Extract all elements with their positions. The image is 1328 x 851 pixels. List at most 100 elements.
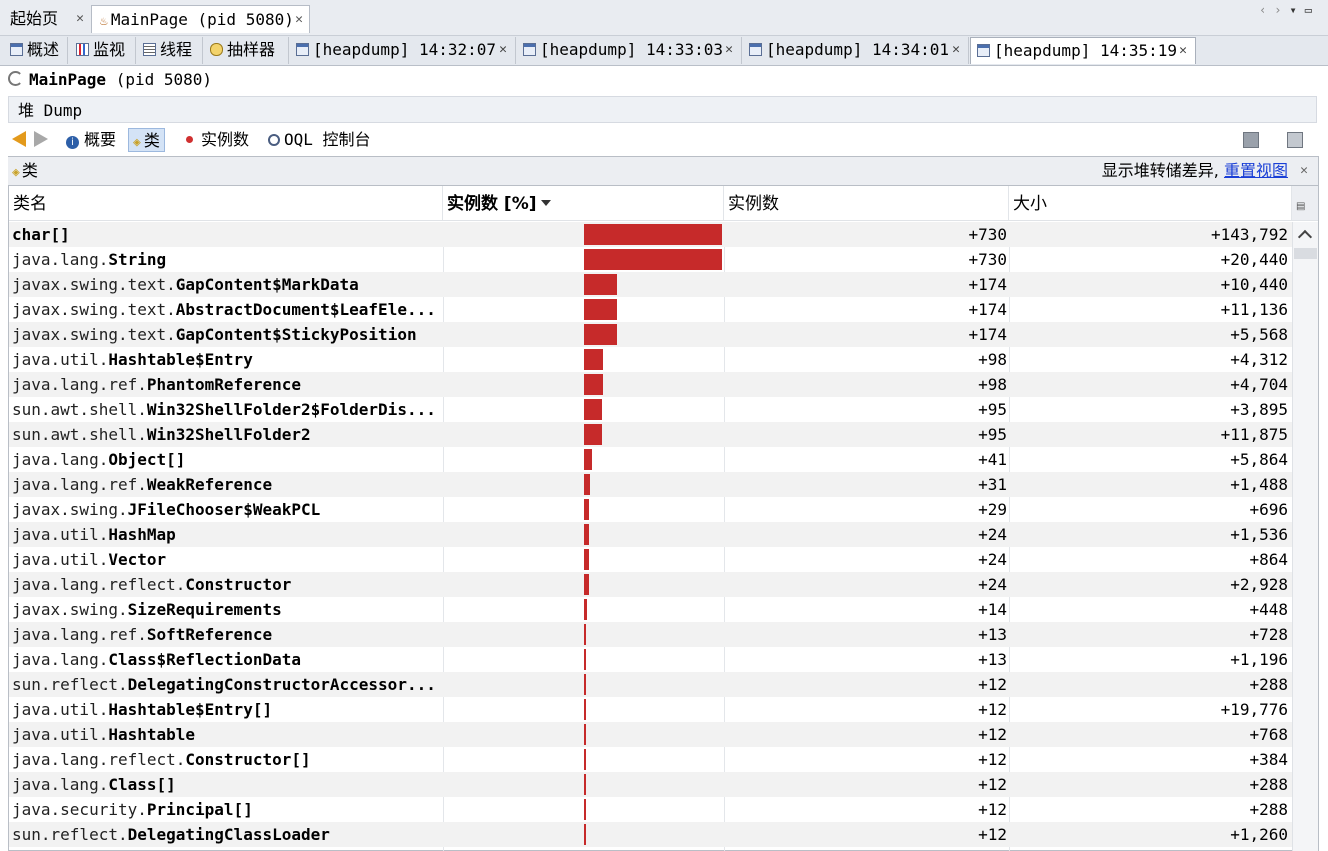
restore-icon[interactable]: ▭ xyxy=(1305,3,1320,17)
tab-overview[interactable]: 概述 xyxy=(4,37,68,64)
instance-count-cell: +13 xyxy=(978,625,1007,644)
instances-button[interactable]: 实例数 xyxy=(186,128,249,152)
table-row[interactable]: java.util.HashMap +24 +1,536 xyxy=(9,522,1292,547)
table-row[interactable]: javax.swing.SizeRequirements +14 +448 xyxy=(9,597,1292,622)
class-simple-name: GapContent$MarkData xyxy=(175,275,359,294)
instance-percent-bar xyxy=(584,474,590,495)
tab-mainpage[interactable]: ♨ MainPage (pid 5080) ✕ xyxy=(91,5,310,33)
table-row[interactable]: sun.reflect.DelegatingConstructorAccesso… xyxy=(9,672,1292,697)
table-row[interactable]: java.security.Principal[] +12 +288 xyxy=(9,797,1292,822)
table-row[interactable]: sun.awt.shell.Win32ShellFolder2 +95 +11,87… xyxy=(9,422,1292,447)
close-icon[interactable]: ✕ xyxy=(952,37,960,63)
class-name-cell: java.util.Hashtable$Entry xyxy=(12,347,440,372)
chevron-left-icon[interactable]: ‹ xyxy=(1259,3,1274,17)
column-instances[interactable]: 实例数 xyxy=(724,186,1009,220)
tab-heapdump-2[interactable]: [heapdump] 14:33:03 ✕ xyxy=(517,37,742,64)
column-class-name[interactable]: 类名 xyxy=(9,186,443,220)
tab-heapdump-3[interactable]: [heapdump] 14:34:01 ✕ xyxy=(743,37,969,64)
tab-label: 抽样器 xyxy=(227,40,276,59)
column-label: 实例数 [%] xyxy=(447,194,537,214)
size-cell: +3,895 xyxy=(1230,400,1288,419)
size-cell: +20,440 xyxy=(1220,250,1288,269)
instance-percent-bar xyxy=(584,649,586,670)
heapdump-icon xyxy=(523,43,536,56)
close-icon[interactable]: ✕ xyxy=(1179,38,1187,64)
instance-percent-bar xyxy=(584,724,586,745)
class-name-cell: java.security.Principal[] xyxy=(12,797,440,822)
class-name-cell: java.lang.reflect.Constructor xyxy=(12,572,440,597)
class-simple-name: WeakReference xyxy=(146,475,273,494)
instances-icon xyxy=(186,136,193,143)
summary-label: 概要 xyxy=(84,130,117,149)
table-row[interactable]: java.lang.Class$ReflectionData +13 +1,196 xyxy=(9,647,1292,672)
table-row[interactable]: java.lang.ref.PhantomReference +98 +4,704 xyxy=(9,372,1292,397)
classes-button[interactable]: ◈ 类 xyxy=(128,128,165,152)
tab-heapdump-4[interactable]: [heapdump] 14:35:19 ✕ xyxy=(970,37,1196,64)
diff-info: 显示堆转储差异, 重置视图 xyxy=(1102,157,1288,185)
table-row[interactable]: char[] +730 +143,792 xyxy=(9,222,1292,247)
save-icon[interactable] xyxy=(1243,132,1259,148)
column-size[interactable]: 大小 xyxy=(1009,186,1292,220)
instance-count-cell: +13 xyxy=(978,650,1007,669)
back-arrow-icon[interactable] xyxy=(12,131,26,147)
summary-button[interactable]: i 概要 xyxy=(66,128,116,152)
forward-arrow-icon[interactable] xyxy=(34,131,48,147)
class-simple-name: Hashtable$Entry xyxy=(108,350,253,369)
table-row[interactable]: java.lang.Class[] +12 +288 xyxy=(9,772,1292,797)
close-icon[interactable]: ✕ xyxy=(295,6,303,34)
tab-start-page[interactable]: 起始页 ✕ xyxy=(2,5,90,33)
table-row[interactable]: java.lang.ref.WeakReference +31 +1,488 xyxy=(9,472,1292,497)
tab-scroll-controls[interactable]: ‹›▾▭ xyxy=(1259,3,1320,17)
size-cell: +384 xyxy=(1249,750,1288,769)
close-icon[interactable]: ✕ xyxy=(725,37,733,63)
table-row[interactable]: java.lang.reflect.Constructor[] +12 +384 xyxy=(9,747,1292,772)
tab-sampler[interactable]: 抽样器 xyxy=(204,37,289,64)
tab-heapdump-1[interactable]: [heapdump] 14:32:07 ✕ xyxy=(290,37,516,64)
size-cell: +768 xyxy=(1249,725,1288,744)
compare-icon[interactable] xyxy=(1287,132,1303,148)
table-row[interactable]: javax.swing.text.GapContent$StickyPositi… xyxy=(9,322,1292,347)
tab-label: 概述 xyxy=(27,40,60,59)
column-selector-button[interactable]: ▤ xyxy=(1292,186,1318,220)
scroll-thumb[interactable] xyxy=(1294,248,1317,259)
class-name-cell: sun.awt.shell.Win32ShellFolder2$FolderDi… xyxy=(12,397,440,422)
tab-label: 线程 xyxy=(160,40,193,59)
reset-view-link[interactable]: 重置视图 xyxy=(1224,161,1288,180)
classes-icon: ◈ xyxy=(133,135,141,150)
column-instances-percent[interactable]: 实例数 [%] xyxy=(443,186,724,220)
class-simple-name: String xyxy=(108,250,167,269)
tab-monitor[interactable]: 监视 xyxy=(70,37,136,64)
table-row[interactable]: javax.swing.text.AbstractDocument$LeafEl… xyxy=(9,297,1292,322)
tab-label: [heapdump] 14:34:01 xyxy=(766,40,950,59)
close-icon[interactable]: ✕ xyxy=(76,5,84,33)
oql-console-button[interactable]: OQL 控制台 xyxy=(268,128,371,152)
vertical-scrollbar[interactable] xyxy=(1292,222,1318,851)
instance-count-cell: +95 xyxy=(978,425,1007,444)
class-name-cell: sun.reflect.DelegatingConstructorAccesso… xyxy=(12,672,440,697)
scroll-up-icon[interactable] xyxy=(1297,229,1313,245)
tab-label: [heapdump] 14:32:07 xyxy=(313,40,497,59)
table-row[interactable]: java.lang.ref.SoftReference +13 +728 xyxy=(9,622,1292,647)
close-icon[interactable]: ✕ xyxy=(1300,157,1308,185)
size-cell: +1,536 xyxy=(1230,525,1288,544)
class-name-cell: sun.reflect.DelegatingClassLoader xyxy=(12,822,440,847)
chevron-right-icon[interactable]: › xyxy=(1274,3,1289,17)
table-row[interactable]: java.lang.Object[] +41 +5,864 xyxy=(9,447,1292,472)
table-row[interactable]: java.util.Hashtable$Entry[] +12 +19,776 xyxy=(9,697,1292,722)
close-icon[interactable]: ✕ xyxy=(499,37,507,63)
class-simple-name: SizeRequirements xyxy=(127,600,282,619)
table-row[interactable]: javax.swing.text.GapContent$MarkData +174… xyxy=(9,272,1292,297)
table-row[interactable]: java.lang.String +730 +20,440 xyxy=(9,247,1292,272)
table-row[interactable]: java.util.Hashtable +12 +768 xyxy=(9,722,1292,747)
table-row[interactable]: sun.awt.shell.Win32ShellFolder2$FolderDi… xyxy=(9,397,1292,422)
package-name: sun.reflect. xyxy=(12,675,128,694)
window-tab-bar: 起始页 ✕ ♨ MainPage (pid 5080) ✕ ‹›▾▭ xyxy=(0,0,1328,36)
table-row[interactable]: sun.reflect.DelegatingClassLoader +12 +1,2… xyxy=(9,822,1292,847)
table-row[interactable]: java.util.Hashtable$Entry +98 +4,312 xyxy=(9,347,1292,372)
instance-percent-bar xyxy=(584,524,589,545)
chevron-down-icon[interactable]: ▾ xyxy=(1290,3,1305,17)
table-row[interactable]: java.lang.reflect.Constructor +24 +2,928 xyxy=(9,572,1292,597)
table-row[interactable]: javax.swing.JFileChooser$WeakPCL +29 +696 xyxy=(9,497,1292,522)
table-row[interactable]: java.util.Vector +24 +864 xyxy=(9,547,1292,572)
tab-threads[interactable]: 线程 xyxy=(137,37,203,64)
